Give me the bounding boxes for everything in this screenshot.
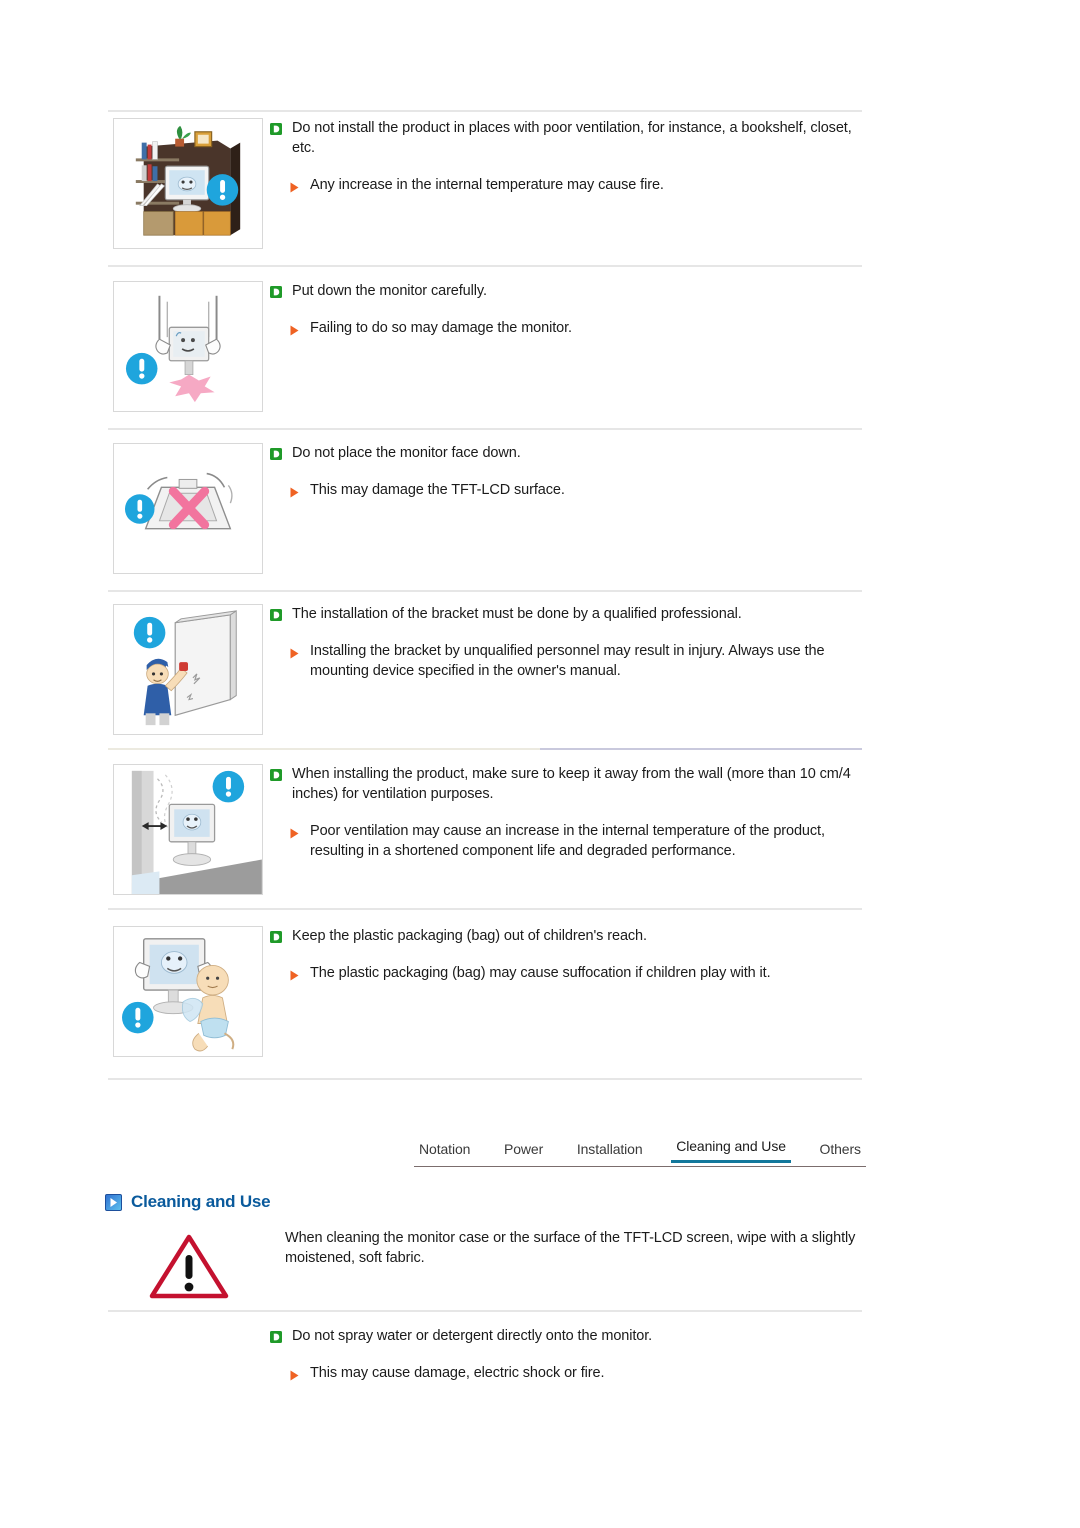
safety-main-text: Do not place the monitor face down. [270,443,865,463]
tab-power[interactable]: Power [499,1141,548,1163]
tab-notation[interactable]: Notation [414,1141,475,1163]
safety-sub-label: Poor ventilation may cause an increase i… [310,823,825,859]
section-tabbar: Notation Power Installation Cleaning and… [414,1133,866,1169]
safety-sub-text: Failing to do so may damage the monitor. [288,318,865,338]
safety-text-column: Do not place the monitor face down. This… [270,443,865,500]
green-arrow-bullet-icon [270,1329,282,1343]
green-arrow-bullet-icon [270,121,282,135]
tab-others[interactable]: Others [815,1141,866,1163]
orange-triangle-bullet-icon [290,322,299,336]
safety-text-column: Put down the monitor carefully. Failing … [270,281,865,338]
tab-installation[interactable]: Installation [572,1141,648,1163]
orange-triangle-bullet-icon [290,645,299,659]
safety-sub-text: The plastic packaging (bag) may cause su… [288,963,865,983]
divider-6 [108,1078,862,1080]
orange-triangle-bullet-icon [290,179,299,193]
safety-sub-label: Installing the bracket by unqualified pe… [310,643,825,679]
safety-sub-label: Failing to do so may damage the monitor. [310,320,572,336]
tab-cleaning-and-use[interactable]: Cleaning and Use [671,1138,791,1163]
safety-sub-text: Poor ventilation may cause an increase i… [288,821,865,861]
safety-sub-text: This may cause damage, electric shock or… [288,1363,910,1383]
safety-sub-text: This may damage the TFT-LCD surface. [288,480,865,500]
safety-main-text: The installation of the bracket must be … [270,604,865,624]
safety-main-label: Put down the monitor carefully. [292,283,487,299]
divider-top [108,110,862,112]
safety-main-text: Keep the plastic packaging (bag) out of … [270,926,865,946]
wall-bracket-installer-illustration [113,604,263,735]
safety-main-label: Do not spray water or detergent directly… [292,1328,653,1344]
safety-main-label: Keep the plastic packaging (bag) out of … [292,928,647,944]
divider-4 [108,748,862,750]
safety-sub-label: Any increase in the internal temperature… [310,177,664,193]
cleaning-warning-text: When cleaning the monitor case or the su… [285,1230,856,1266]
orange-triangle-bullet-icon [290,825,299,839]
monitor-wall-clearance-illustration [113,764,263,895]
safety-main-text: Do not install the product in places wit… [270,118,865,158]
monitor-dropping-illustration [113,281,263,412]
monitor-face-down-illustration [113,443,263,574]
orange-triangle-bullet-icon [290,484,299,498]
orange-triangle-bullet-icon [290,967,299,981]
safety-sub-label: This may damage the TFT-LCD surface. [310,482,565,498]
green-arrow-bullet-icon [270,929,282,943]
tabbar-rule [414,1166,866,1167]
safety-main-text: Put down the monitor carefully. [270,281,865,301]
safety-text-column: Keep the plastic packaging (bag) out of … [270,926,865,983]
section-title: Cleaning and Use [131,1192,271,1211]
safety-main-label: Do not install the product in places wit… [292,120,852,156]
safety-sub-text: Installing the bracket by unqualified pe… [288,641,865,681]
green-arrow-bullet-icon [270,446,282,460]
safety-sub-label: The plastic packaging (bag) may cause su… [310,965,771,981]
divider-1 [108,265,862,267]
orange-triangle-bullet-icon [290,1367,299,1381]
divider-2 [108,428,862,430]
safety-main-label: When installing the product, make sure t… [292,766,851,802]
safety-text-column: Do not spray water or detergent directly… [270,1326,910,1383]
divider-7 [108,1310,862,1312]
manual-page: Do not install the product in places wit… [0,0,1080,1528]
child-plastic-bag-illustration [113,926,263,1057]
tab-list: Notation Power Installation Cleaning and… [414,1133,866,1163]
green-arrow-bullet-icon [270,284,282,298]
safety-main-text: Do not spray water or detergent directly… [270,1326,910,1346]
safety-main-label: The installation of the bracket must be … [292,606,742,622]
safety-main-text: When installing the product, make sure t… [270,764,865,804]
safety-text-column: Do not install the product in places wit… [270,118,865,195]
safety-sub-text: Any increase in the internal temperature… [288,175,865,195]
safety-main-label: Do not place the monitor face down. [292,445,521,461]
safety-text-column: The installation of the bracket must be … [270,604,865,681]
red-warning-triangle-icon [148,1232,230,1300]
bookshelf-monitor-illustration [113,118,263,249]
divider-3 [108,590,862,592]
blue-play-square-icon [105,1193,122,1211]
section-heading: Cleaning and Use [105,1192,271,1212]
divider-5 [108,908,862,910]
green-arrow-bullet-icon [270,767,282,781]
safety-text-column: When installing the product, make sure t… [270,764,865,861]
green-arrow-bullet-icon [270,607,282,621]
safety-sub-label: This may cause damage, electric shock or… [310,1365,605,1381]
